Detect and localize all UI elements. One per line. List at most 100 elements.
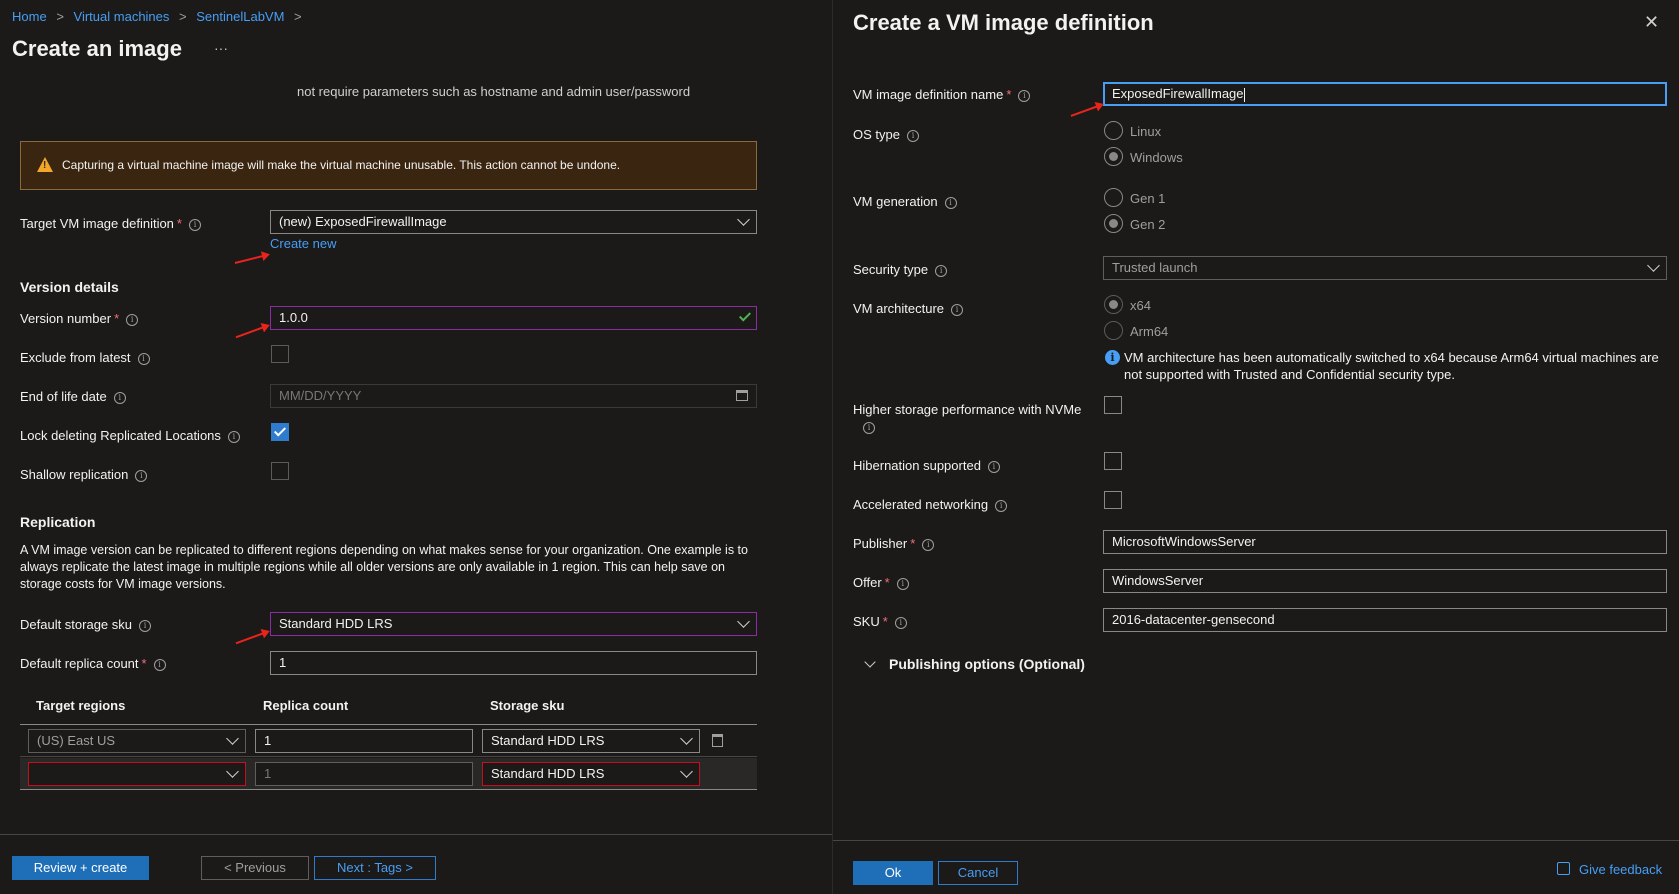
gen1-radio[interactable] [1104, 188, 1123, 207]
feedback-icon [1557, 862, 1570, 875]
target-def-label-text: Target VM image definition [20, 216, 174, 231]
offer-input[interactable]: WindowsServer [1103, 569, 1667, 593]
replica-count-value: 1 [279, 655, 287, 670]
hibernation-checkbox[interactable] [1104, 452, 1122, 470]
breadcrumb-vm[interactable]: SentinelLabVM [196, 9, 284, 24]
info-icon[interactable]: i [863, 421, 875, 434]
os-type-label-text: OS type [853, 127, 900, 142]
review-create-button[interactable]: Review + create [12, 856, 149, 880]
more-options-button[interactable]: ··· [214, 40, 228, 56]
row-sku-value: Standard HDD LRS [491, 766, 605, 781]
left-footer-divider [0, 834, 832, 835]
cancel-button[interactable]: Cancel [938, 861, 1018, 885]
info-circle-icon: i [1105, 350, 1120, 365]
text-cursor [1243, 87, 1245, 102]
info-icon[interactable]: i [227, 430, 240, 443]
arch-x64-radio[interactable] [1104, 295, 1123, 314]
breadcrumb-home[interactable]: Home [12, 9, 47, 24]
def-name-label: VM image definition name * i [853, 87, 1031, 102]
region-dropdown[interactable] [28, 762, 246, 786]
os-windows-radio[interactable] [1104, 147, 1123, 166]
give-feedback-label: Give feedback [1579, 862, 1663, 877]
breadcrumb-separator: > [56, 9, 64, 24]
chevron-down-icon [737, 615, 750, 628]
accel-label: Accelerated networking i [853, 497, 1008, 512]
chevron-down-icon [226, 732, 239, 745]
os-windows-label: Windows [1130, 150, 1183, 165]
target-def-dropdown[interactable]: (new) ExposedFirewallImage [270, 210, 757, 234]
table-header-count: Replica count [263, 698, 349, 713]
row-sku-dropdown[interactable]: Standard HDD LRS [482, 729, 700, 753]
delete-icon[interactable] [712, 734, 723, 747]
exclude-checkbox[interactable] [271, 345, 289, 363]
sku-input[interactable]: 2016-datacenter-gensecond [1103, 608, 1667, 632]
arch-arm64-radio[interactable] [1104, 321, 1123, 340]
create-new-link[interactable]: Create new [270, 236, 336, 251]
publishing-options-toggle[interactable]: Publishing options (Optional) [863, 656, 1085, 672]
info-icon[interactable]: i [896, 577, 909, 590]
replica-count-input[interactable]: 1 [270, 651, 757, 675]
annotation-arrow [234, 254, 268, 264]
os-linux-radio[interactable] [1104, 121, 1123, 140]
chevron-down-icon [1647, 259, 1660, 272]
region-dropdown[interactable]: (US) East US [28, 729, 246, 753]
previous-button[interactable]: < Previous [201, 856, 309, 880]
vm-gen-label-text: VM generation [853, 194, 938, 209]
info-icon[interactable]: i [126, 313, 139, 326]
give-feedback-link[interactable]: Give feedback [1557, 862, 1662, 877]
def-name-label-text: VM image definition name [853, 87, 1004, 102]
info-icon[interactable]: i [894, 616, 907, 629]
chevron-down-icon [737, 213, 750, 226]
lock-checkbox[interactable] [271, 423, 289, 441]
publisher-label-text: Publisher [853, 536, 908, 551]
truncated-text: not require parameters such as hostname … [297, 84, 691, 99]
breadcrumb-virtual-machines[interactable]: Virtual machines [74, 9, 170, 24]
info-icon[interactable]: i [139, 619, 152, 632]
info-icon[interactable]: i [137, 352, 150, 365]
arch-info-text: VM architecture has been automatically s… [1124, 350, 1659, 382]
info-icon[interactable]: i [1018, 89, 1031, 102]
close-icon[interactable]: ✕ [1644, 12, 1659, 33]
replication-description: A VM image version can be replicated to … [20, 543, 748, 591]
gen2-radio[interactable] [1104, 214, 1123, 233]
replica-count-label-text: Default replica count [20, 656, 139, 671]
info-icon[interactable]: i [113, 391, 126, 404]
ok-button[interactable]: Ok [853, 861, 933, 885]
calendar-icon [736, 390, 748, 401]
publisher-input[interactable]: MicrosoftWindowsServer [1103, 530, 1667, 554]
info-icon[interactable]: i [906, 129, 919, 142]
info-icon[interactable]: i [153, 658, 166, 671]
right-panel: Create a VM image definition ✕ VM image … [832, 0, 1679, 894]
security-dropdown[interactable]: Trusted launch [1103, 256, 1667, 280]
nvme-checkbox[interactable] [1104, 396, 1122, 414]
info-icon[interactable]: i [987, 460, 1000, 473]
info-icon[interactable]: i [935, 264, 948, 277]
shallow-checkbox[interactable] [271, 462, 289, 480]
checkmark-icon [738, 309, 752, 322]
left-panel: Home > Virtual machines > SentinelLabVM … [0, 0, 832, 894]
eol-date-input[interactable]: MM/DD/YYYY [270, 384, 757, 408]
version-number-label: Version number * i [20, 311, 139, 326]
info-icon[interactable]: i [944, 196, 957, 209]
gen2-label: Gen 2 [1130, 217, 1166, 232]
version-number-input[interactable]: 1.0.0 [270, 306, 757, 330]
regions-table: Target regions Replica count Storage sku… [20, 692, 757, 790]
target-def-label: Target VM image definition * i [20, 216, 201, 231]
next-button[interactable]: Next : Tags > [314, 856, 436, 880]
def-name-input[interactable]: ExposedFirewallImage [1103, 82, 1667, 106]
breadcrumb-separator: > [294, 9, 302, 24]
row-sku-dropdown[interactable]: Standard HDD LRS [482, 762, 700, 786]
default-sku-dropdown[interactable]: Standard HDD LRS [270, 612, 757, 636]
info-icon[interactable]: i [135, 469, 148, 482]
accel-checkbox[interactable] [1104, 491, 1122, 509]
row-count-input[interactable]: 1 [255, 762, 473, 786]
info-icon[interactable]: i [951, 303, 964, 316]
row-count-input[interactable]: 1 [255, 729, 473, 753]
replication-heading: Replication [20, 514, 96, 530]
required-marker: * [176, 216, 182, 231]
def-name-value: ExposedFirewallImage [1112, 86, 1244, 101]
info-icon[interactable]: i [995, 499, 1008, 512]
required-marker: * [1006, 87, 1012, 102]
info-icon[interactable]: i [188, 218, 201, 231]
info-icon[interactable]: i [922, 538, 935, 551]
